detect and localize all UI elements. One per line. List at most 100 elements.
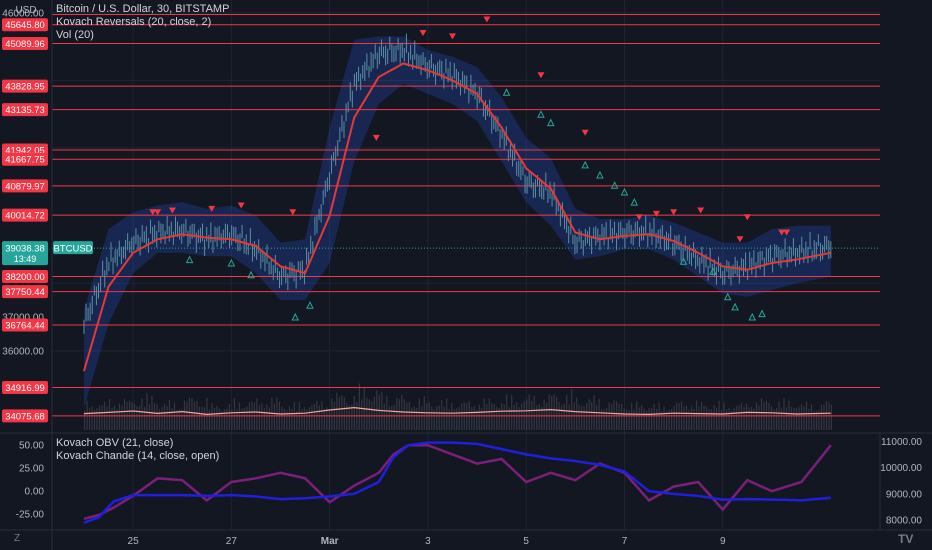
volume-bar xyxy=(678,403,680,430)
volume-bar xyxy=(183,400,186,430)
volume-bar xyxy=(336,392,338,430)
time-tick-label: Mar xyxy=(321,536,339,547)
volume-bar xyxy=(243,408,246,430)
symbol-title[interactable]: Bitcoin / U.S. Dollar, 30, BITSTAMP xyxy=(56,3,229,16)
volume-bar xyxy=(353,395,355,430)
volume-bar xyxy=(715,407,718,430)
volume-bar xyxy=(710,409,713,430)
volume-bar xyxy=(553,394,555,430)
level-price-text: 34916.99 xyxy=(5,383,45,394)
volume-bar xyxy=(798,407,800,430)
volume-bar xyxy=(466,403,468,430)
volume-bar xyxy=(436,406,438,430)
volume-bar xyxy=(106,406,108,430)
volume-bar xyxy=(451,403,453,430)
volume-bar xyxy=(368,399,370,430)
volume-bar xyxy=(396,397,398,430)
main-legend[interactable]: Bitcoin / U.S. Dollar, 30, BITSTAMP Kova… xyxy=(56,3,229,42)
volume-bar xyxy=(331,398,333,430)
volume-bar xyxy=(128,400,131,430)
volume-bar xyxy=(323,408,325,430)
indicator-kovach-obv[interactable]: Kovach OBV (21, close) xyxy=(56,437,219,450)
oscillator-legend[interactable]: Kovach OBV (21, close) Kovach Chande (14… xyxy=(56,437,219,463)
volume-bar xyxy=(493,404,495,430)
volume-bar xyxy=(461,403,463,430)
volume-bar xyxy=(156,404,158,430)
volume-bar xyxy=(750,406,753,430)
indicator-volume[interactable]: Vol (20) xyxy=(56,29,229,42)
volume-bar xyxy=(98,405,101,430)
volume-bar xyxy=(795,407,798,430)
volume-bar xyxy=(366,398,368,430)
volume-bar xyxy=(725,409,728,430)
indicator-kovach-reversals[interactable]: Kovach Reversals (20, close, 2) xyxy=(56,16,229,29)
volume-bar xyxy=(486,404,488,430)
volume-bar xyxy=(411,407,413,430)
volume-bar xyxy=(176,409,178,430)
indicator-kovach-chande[interactable]: Kovach Chande (14, close, open) xyxy=(56,450,219,463)
volume-bar xyxy=(136,406,138,430)
current-price-text: 39038.38 xyxy=(5,244,45,255)
volume-bar xyxy=(171,408,173,430)
volume-bar xyxy=(188,397,191,430)
volume-bar xyxy=(141,398,143,430)
volume-bar xyxy=(800,404,803,430)
volume-bar xyxy=(503,404,505,430)
level-price-text: 41667.75 xyxy=(5,155,45,166)
volume-bar xyxy=(521,403,523,430)
osc-left-tick: -25.00 xyxy=(16,510,45,521)
volume-bar xyxy=(670,408,673,430)
level-price-text: 45645.80 xyxy=(5,20,45,31)
volume-bar xyxy=(735,406,738,430)
volume-bar xyxy=(578,404,580,430)
volume-bar xyxy=(361,399,363,430)
volume-bar xyxy=(546,403,548,430)
volume-bar xyxy=(198,406,201,430)
volume-bar xyxy=(511,394,513,430)
volume-bar xyxy=(703,405,705,430)
volume-bar xyxy=(478,404,480,430)
volume-bar xyxy=(793,407,795,430)
volume-bar xyxy=(653,403,655,430)
timezone-button[interactable]: Z xyxy=(14,533,20,544)
volume-bar xyxy=(760,398,763,430)
volume-bar xyxy=(583,406,585,430)
volume-bar xyxy=(528,394,530,430)
volume-bar xyxy=(803,406,805,430)
volume-bar xyxy=(748,407,750,430)
countdown-text: 13:49 xyxy=(14,254,37,264)
volume-bar xyxy=(628,410,630,430)
volume-bar xyxy=(96,408,98,430)
volume-bar xyxy=(123,398,126,430)
volume-bar xyxy=(646,410,648,430)
volume-bar xyxy=(810,404,813,430)
volume-bar xyxy=(598,398,600,430)
volume-bar xyxy=(458,407,460,430)
volume-bar xyxy=(536,405,538,430)
chart-canvas: USD46000.0036000.0037000.0050.0025.000.0… xyxy=(0,0,932,550)
volume-bar xyxy=(161,406,163,430)
volume-bar xyxy=(313,403,315,430)
volume-bar xyxy=(765,400,768,430)
volume-bar xyxy=(416,407,418,430)
volume-bar xyxy=(738,405,740,430)
volume-bar xyxy=(393,404,395,430)
volume-bar xyxy=(388,406,390,430)
volume-bar xyxy=(391,405,393,430)
volume-bar xyxy=(208,409,211,430)
volume-bar xyxy=(603,409,605,430)
volume-bar xyxy=(316,400,318,430)
volume-bar xyxy=(775,407,778,430)
volume-bar xyxy=(571,389,573,430)
volume-bar xyxy=(266,404,268,430)
osc-left-tick: 25.00 xyxy=(19,464,44,475)
volume-bar xyxy=(216,405,218,430)
osc-left-tick: 0.00 xyxy=(25,487,45,498)
volume-bar xyxy=(373,396,375,430)
volume-bar xyxy=(228,404,231,430)
price-tick-label: 46000.00 xyxy=(2,8,44,19)
volume-bar xyxy=(551,396,553,430)
volume-bar xyxy=(121,405,123,430)
osc-right-tick: 9000.00 xyxy=(886,489,923,500)
level-price-text: 40879.97 xyxy=(5,181,45,192)
